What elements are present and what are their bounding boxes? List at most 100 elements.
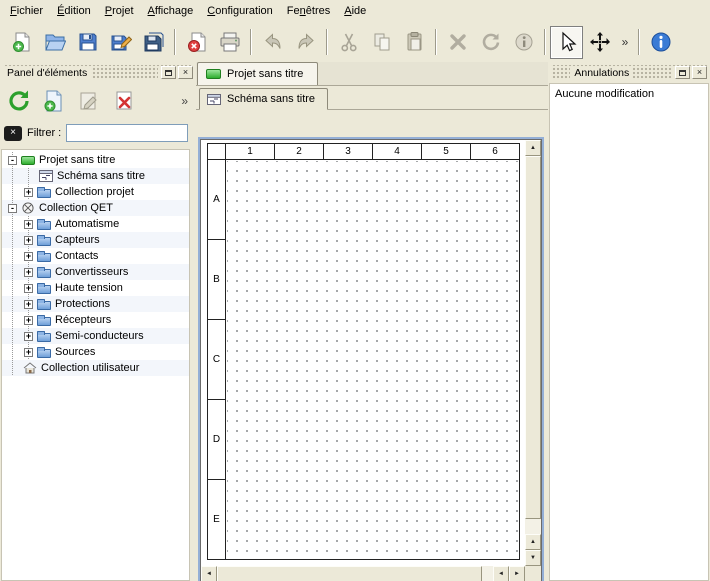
folder-icon <box>37 282 51 294</box>
toolbar-separator <box>435 29 437 55</box>
horizontal-scroll-track[interactable] <box>217 566 493 581</box>
tree-item-convertisseurs[interactable]: + Convertisseurs <box>2 264 189 280</box>
expand-icon[interactable]: + <box>24 188 33 197</box>
expand-icon[interactable]: + <box>24 252 33 261</box>
edit-element-button[interactable] <box>74 86 104 116</box>
menu-fenetres[interactable]: Fenêtres <box>280 1 337 21</box>
tree-item-collection-utilisateur[interactable]: Collection utilisateur <box>2 360 189 376</box>
reload-icon <box>7 89 31 113</box>
folder-icon <box>37 186 51 198</box>
tree-item-sources[interactable]: + Sources <box>2 344 189 360</box>
schema-canvas[interactable]: 1 2 3 4 5 6 A B C D <box>201 140 525 566</box>
tree-item-collection-projet[interactable]: + Collection projet <box>2 184 189 200</box>
delete-button[interactable] <box>441 26 474 59</box>
new-document-icon <box>11 31 33 53</box>
save-as-button[interactable] <box>104 26 137 59</box>
collapse-icon[interactable]: - <box>8 204 17 213</box>
undo-button[interactable] <box>256 26 289 59</box>
schema-grid[interactable] <box>227 161 519 559</box>
paste-button[interactable] <box>398 26 431 59</box>
menu-configuration[interactable]: Configuration <box>200 1 280 21</box>
clear-filter-button[interactable]: × <box>4 126 22 141</box>
schema-tab-icon <box>207 94 221 105</box>
menu-edition[interactable]: Édition <box>50 1 98 21</box>
save-all-icon <box>143 31 165 53</box>
scroll-right-button[interactable]: ► <box>509 566 525 581</box>
tree-item-capteurs[interactable]: + Capteurs <box>2 232 189 248</box>
tree-item-project[interactable]: - Projet sans titre <box>2 152 189 168</box>
open-project-button[interactable] <box>38 26 71 59</box>
scroll-left-button[interactable]: ◄ <box>493 566 509 581</box>
new-document-button[interactable] <box>5 26 38 59</box>
tree-item-automatisme[interactable]: + Automatisme <box>2 216 189 232</box>
scroll-left-button[interactable]: ◄ <box>201 566 217 581</box>
collapse-icon[interactable]: - <box>8 156 17 165</box>
expand-icon[interactable]: + <box>24 300 33 309</box>
tree-item-recepteurs[interactable]: + Récepteurs <box>2 312 189 328</box>
close-dock-button[interactable]: × <box>178 66 193 79</box>
tab-project[interactable]: Projet sans titre <box>197 62 318 85</box>
copy-button[interactable] <box>365 26 398 59</box>
horizontal-scroll-thumb[interactable] <box>217 566 482 581</box>
tree-item-protections[interactable]: + Protections <box>2 296 189 312</box>
expand-icon[interactable]: + <box>24 236 33 245</box>
rotate-icon <box>480 31 502 53</box>
save-as-icon <box>110 31 132 53</box>
save-all-button[interactable] <box>137 26 170 59</box>
print-button[interactable] <box>213 26 246 59</box>
close-document-button[interactable] <box>180 26 213 59</box>
tree-item-semi-conducteurs[interactable]: + Semi-conducteurs <box>2 328 189 344</box>
reload-collections-button[interactable] <box>4 86 34 116</box>
tab-schema[interactable]: Schéma sans titre <box>199 88 328 110</box>
vertical-scroll-thumb[interactable] <box>525 156 541 519</box>
element-information-button[interactable] <box>507 26 540 59</box>
expand-icon[interactable]: + <box>24 268 33 277</box>
undo-dock-title: Annulations <box>570 67 633 79</box>
elements-panel-titlebar[interactable]: Panel d'éléments × <box>3 65 193 80</box>
vertical-scrollbar[interactable]: ▲ ▲ ▼ <box>525 140 541 566</box>
delete-element-button[interactable] <box>109 86 139 116</box>
tree-item-haute-tension[interactable]: + Haute tension <box>2 280 189 296</box>
schema-tab-label: Schéma sans titre <box>227 93 315 105</box>
undo-history-list[interactable]: Aucune modification <box>549 83 709 581</box>
qelectrotech-window: Fichier Édition Projet Affichage Configu… <box>0 0 710 581</box>
tree-item-collection-qet[interactable]: - Collection QET <box>2 200 189 216</box>
expand-icon[interactable]: + <box>24 316 33 325</box>
rotate-button[interactable] <box>474 26 507 59</box>
redo-button[interactable] <box>289 26 322 59</box>
select-pointer-button[interactable] <box>550 26 583 59</box>
menu-projet[interactable]: Projet <box>98 1 141 21</box>
expand-icon[interactable]: + <box>24 284 33 293</box>
undo-dock-titlebar[interactable]: Annulations × <box>551 65 707 80</box>
filter-input[interactable] <box>66 124 188 142</box>
float-dock-button[interactable] <box>675 66 690 79</box>
cut-button[interactable] <box>332 26 365 59</box>
menu-affichage[interactable]: Affichage <box>141 1 201 21</box>
horizontal-scrollbar[interactable]: ◄ ◄ ► <box>201 566 525 581</box>
new-element-button[interactable] <box>39 86 69 116</box>
close-dock-button[interactable]: × <box>692 66 707 79</box>
tree-item-contacts[interactable]: + Contacts <box>2 248 189 264</box>
undo-empty-item[interactable]: Aucune modification <box>555 88 703 100</box>
pan-button[interactable] <box>583 26 616 59</box>
tree-item-schema[interactable]: Schéma sans titre <box>2 168 189 184</box>
more-tools-button[interactable]: » <box>616 26 634 59</box>
expand-icon[interactable]: + <box>24 348 33 357</box>
scroll-down-button[interactable]: ▼ <box>525 550 541 566</box>
column-header: 6 <box>470 144 519 159</box>
panel-more-button[interactable]: » <box>181 94 190 108</box>
float-dock-button[interactable] <box>161 66 176 79</box>
save-button[interactable] <box>71 26 104 59</box>
menu-fichier[interactable]: Fichier <box>3 1 50 21</box>
expand-icon[interactable]: + <box>24 220 33 229</box>
menu-aide[interactable]: Aide <box>337 1 373 21</box>
scroll-up-button[interactable]: ▲ <box>525 140 541 156</box>
vertical-scroll-track[interactable] <box>525 156 541 534</box>
undo-dock: Annulations × Aucune modification <box>548 62 710 581</box>
about-button[interactable] <box>644 26 677 59</box>
open-folder-icon <box>44 31 66 53</box>
elements-panel-dock: Panel d'éléments × » × Filtrer : <box>0 62 196 581</box>
cut-icon <box>338 31 360 53</box>
expand-icon[interactable]: + <box>24 332 33 341</box>
scroll-up-button[interactable]: ▲ <box>525 534 541 550</box>
